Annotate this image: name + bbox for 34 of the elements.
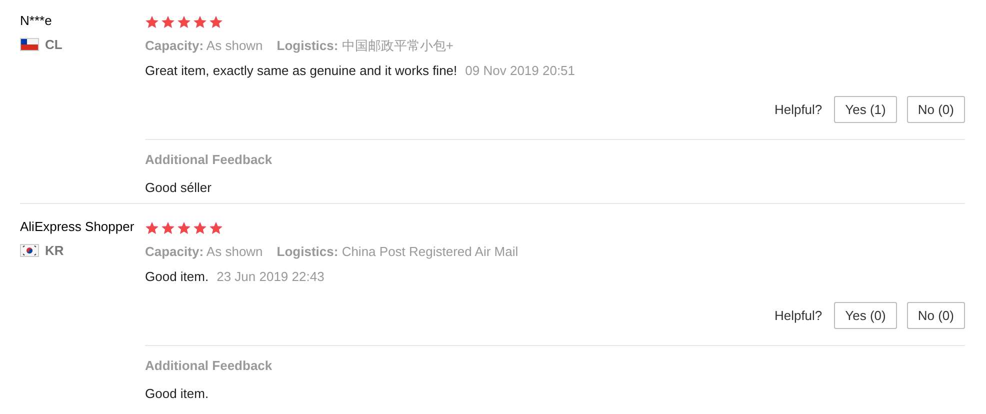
reviewer-name: AliExpress Shopper [20, 219, 136, 234]
star-icon [209, 221, 223, 235]
star-icon [193, 15, 207, 29]
country-code: KR [45, 243, 64, 258]
reviewer-name: N***e [20, 13, 53, 28]
helpful-label: Helpful? [774, 308, 822, 323]
flag-icon [20, 244, 39, 257]
star-icon [177, 15, 191, 29]
capacity-text: Capacity: As shown [145, 243, 263, 261]
logistics-text: Logistics: 中国邮政平常小包+ [276, 37, 454, 55]
additional-feedback-title: Additional Feedback [145, 358, 274, 374]
flag-icon [20, 38, 39, 51]
additional-feedback-title: Additional Feedback [145, 152, 274, 168]
yes-button[interactable]: Yes (0) [834, 302, 897, 329]
star-icon [193, 221, 207, 235]
yes-button[interactable]: Yes (1) [834, 96, 897, 123]
star-icon [145, 221, 159, 235]
review-date: 23 Jun 2019 22:43 [216, 268, 324, 286]
helpful-label: Helpful? [774, 102, 822, 117]
additional-feedback-text: Good séller [145, 180, 212, 196]
review-text: Great item, exactly same as genuine and it works fine! [145, 62, 458, 80]
star-icon [145, 15, 159, 29]
star-icon [177, 221, 191, 235]
star-icon [161, 221, 175, 235]
star-icon [161, 15, 175, 29]
star-icon [209, 15, 223, 29]
country-code: CL [45, 37, 62, 52]
no-button[interactable]: No (0) [906, 302, 965, 329]
logistics-text: Logistics: China Post Registered Air Mail [276, 243, 518, 261]
review-text: Good item. [145, 268, 209, 286]
additional-feedback-text: Good item. [145, 386, 210, 402]
no-button[interactable]: No (0) [906, 96, 965, 123]
capacity-text: Capacity: As shown [145, 37, 263, 55]
review-date: 09 Nov 2019 20:51 [465, 62, 576, 80]
